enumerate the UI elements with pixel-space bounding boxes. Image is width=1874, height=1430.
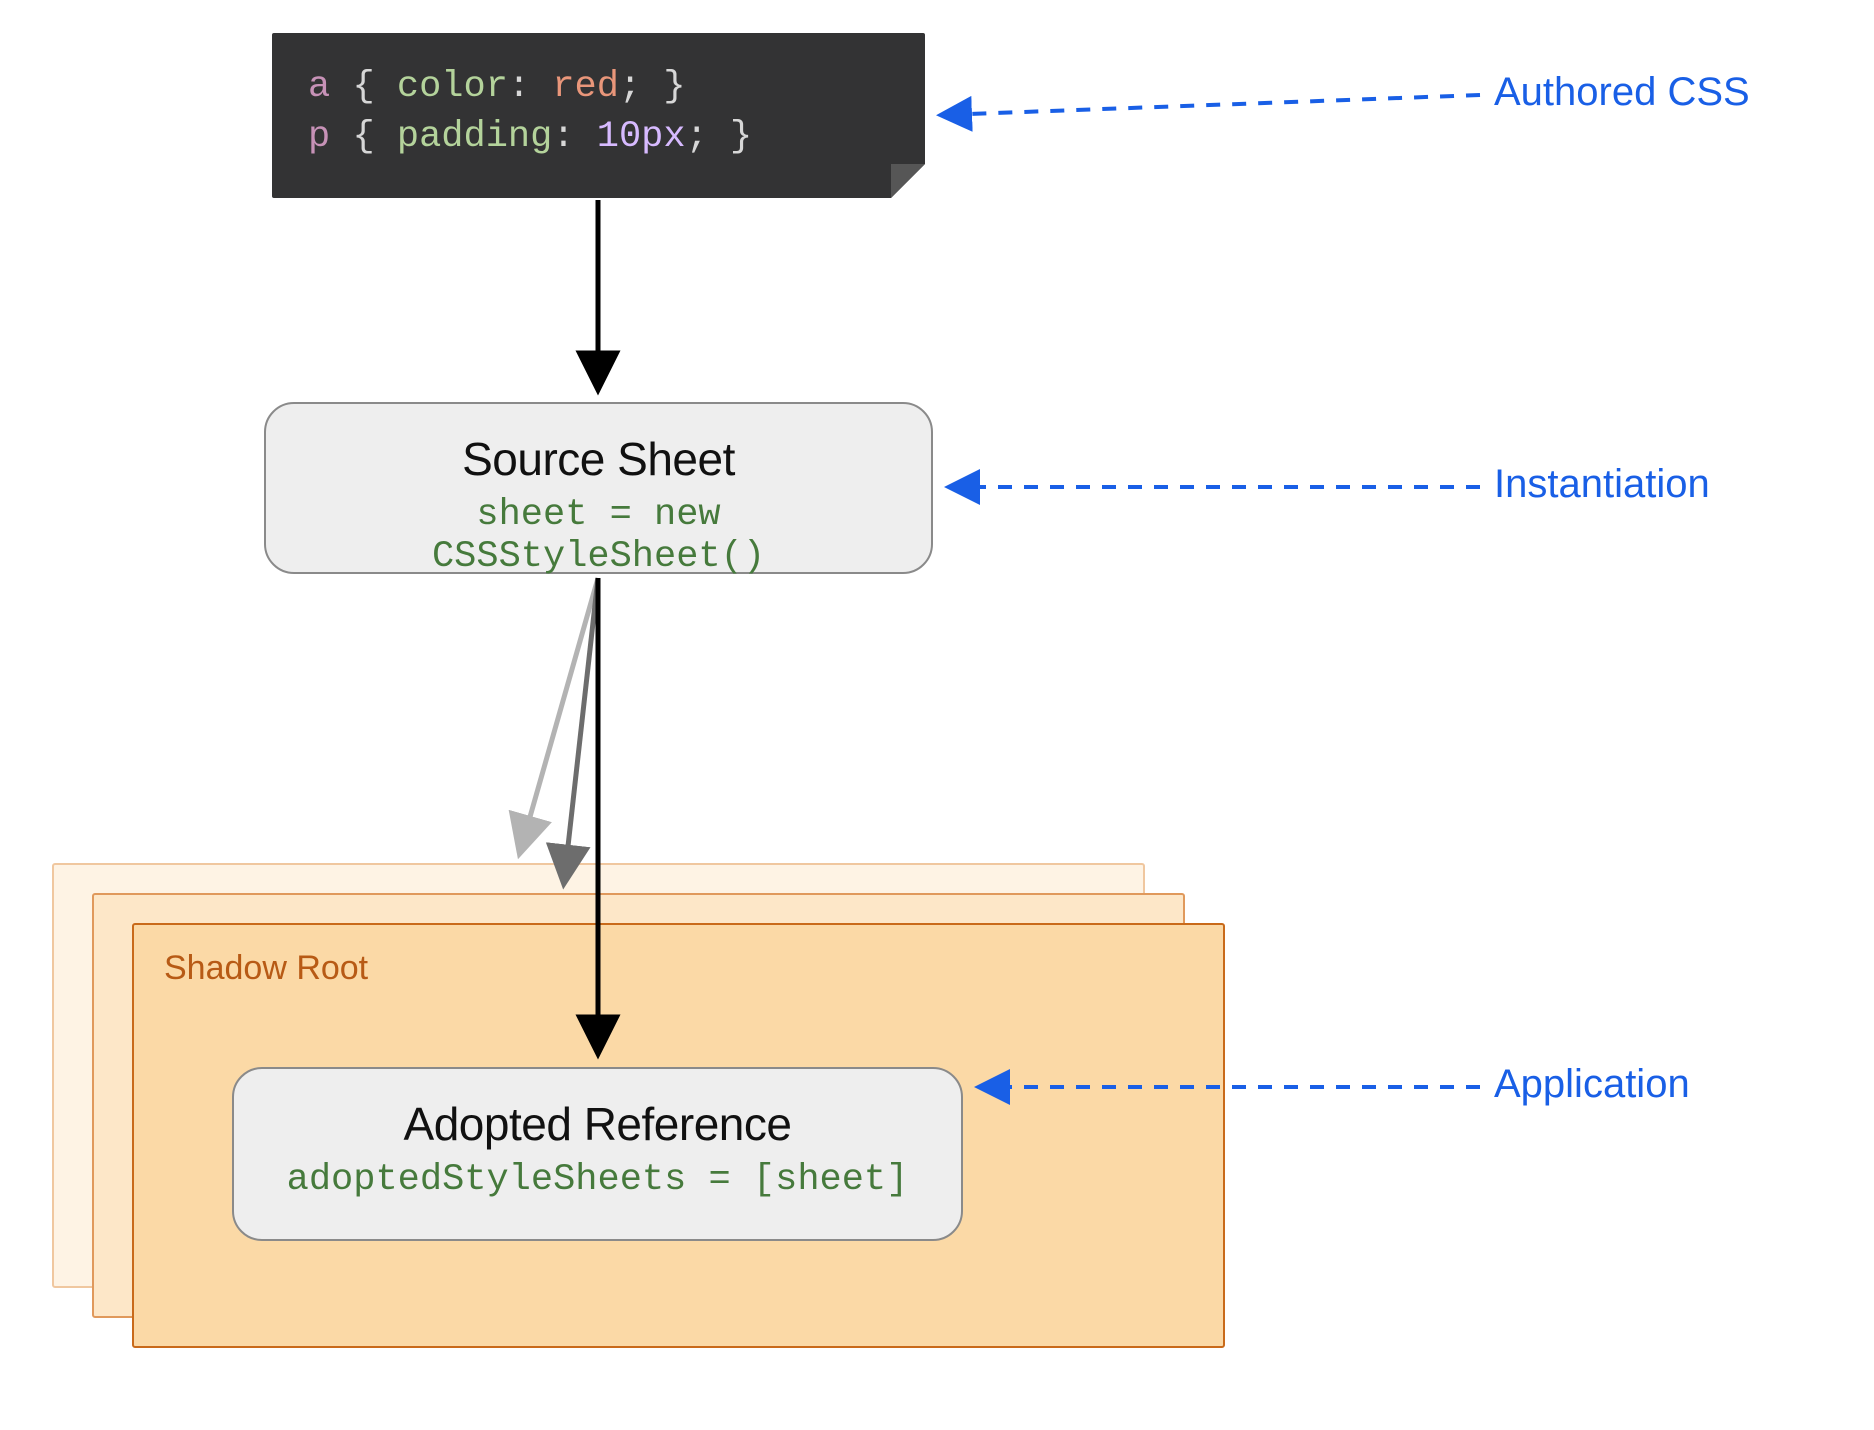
code-token: : <box>508 66 530 108</box>
box-code: adoptedStyleSheets = [sheet] <box>268 1159 927 1201</box>
code-token: padding <box>397 116 552 158</box>
page-fold-icon <box>891 164 925 198</box>
authored-css-code-box: a { color: red; } p { padding: 10px; } <box>272 33 925 198</box>
code-token: red <box>552 66 619 108</box>
code-token: } <box>730 116 752 158</box>
code-line-1: a { color: red; } <box>308 63 889 113</box>
arrow-source-to-shadow-mid <box>564 578 598 882</box>
box-title: Source Sheet <box>300 432 897 486</box>
code-token: { <box>352 66 374 108</box>
shadow-root-label: Shadow Root <box>164 949 368 988</box>
adopted-reference-box: Adopted Reference adoptedStyleSheets = [… <box>232 1067 963 1241</box>
box-title: Adopted Reference <box>268 1097 927 1151</box>
code-token: : <box>552 116 574 158</box>
code-token: } <box>663 66 685 108</box>
code-token: ; <box>686 116 708 158</box>
box-code: sheet = new CSSStyleSheet() <box>300 494 897 578</box>
code-token: p <box>308 116 330 158</box>
arrow-source-to-shadow-back <box>520 578 598 852</box>
code-token: ; <box>619 66 641 108</box>
annotation-arrow-authored <box>942 95 1480 115</box>
source-sheet-box: Source Sheet sheet = new CSSStyleSheet() <box>264 402 933 574</box>
annotation-instantiation: Instantiation <box>1494 462 1710 507</box>
code-token: color <box>397 66 508 108</box>
code-token: { <box>352 116 374 158</box>
code-token: 10px <box>597 116 686 158</box>
annotation-authored-css: Authored CSS <box>1494 70 1750 115</box>
annotation-application: Application <box>1494 1062 1690 1107</box>
code-line-2: p { padding: 10px; } <box>308 113 889 163</box>
code-token: a <box>308 66 330 108</box>
